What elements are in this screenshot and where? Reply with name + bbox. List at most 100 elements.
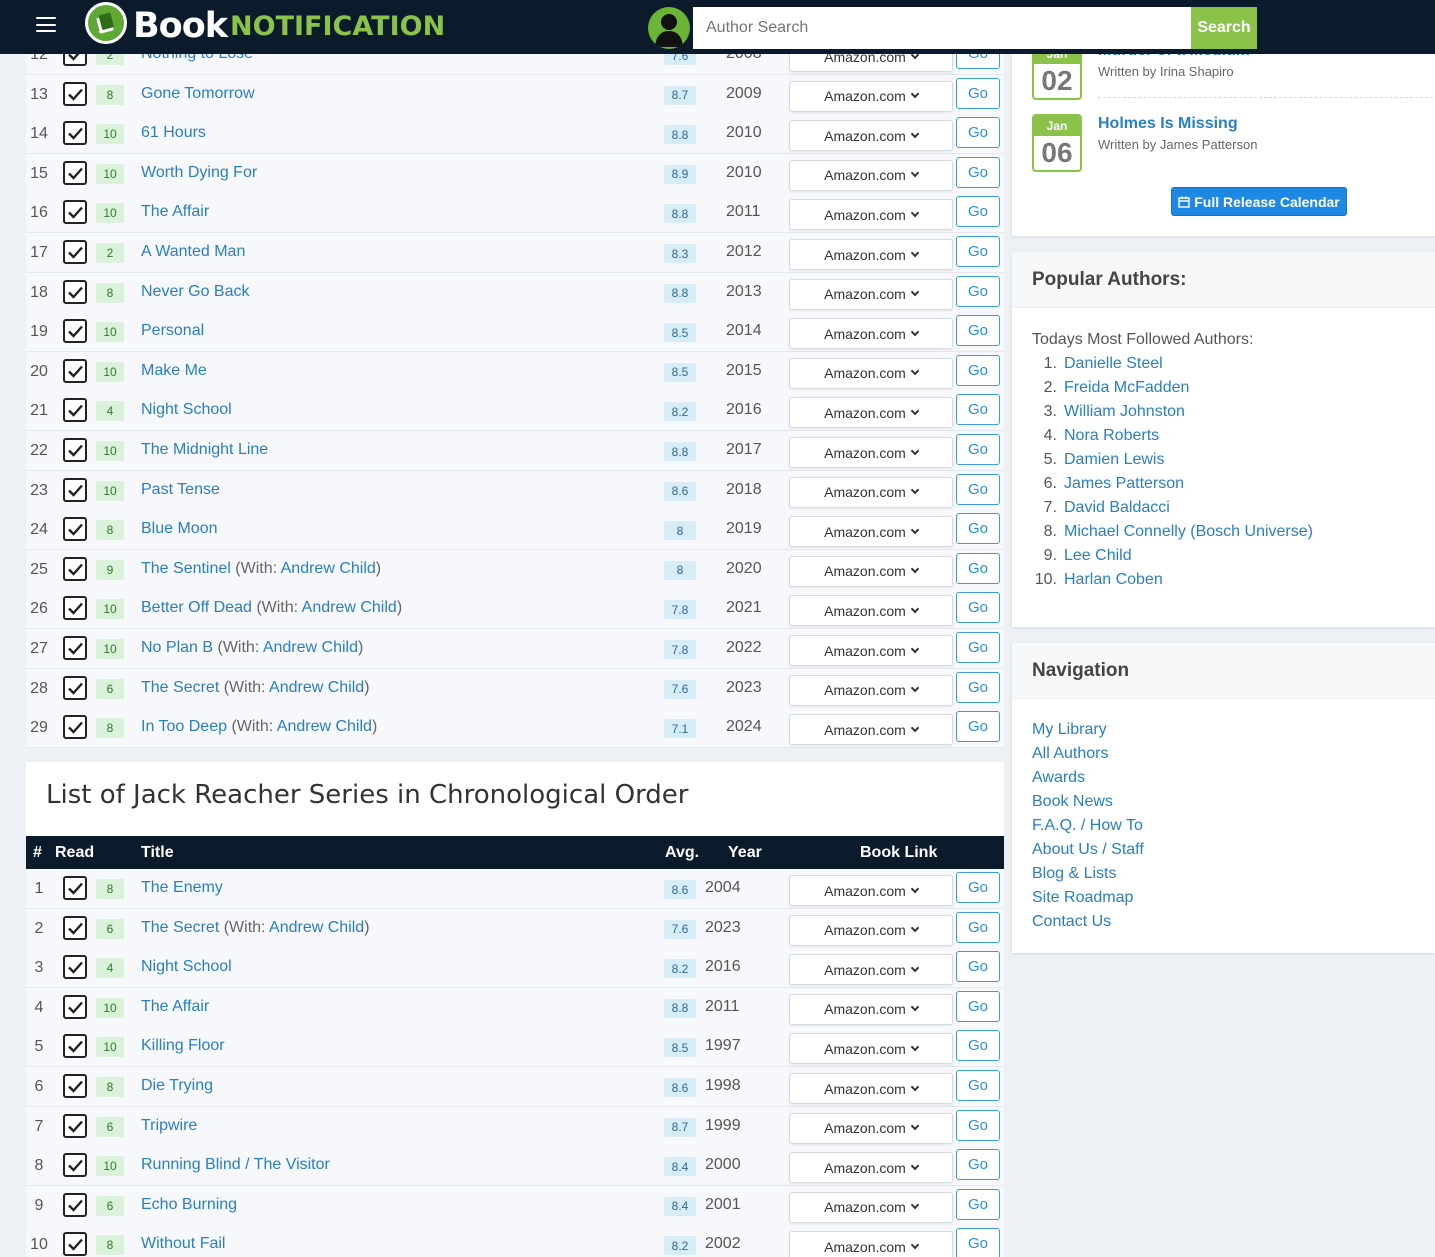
nav-link[interactable]: All Authors xyxy=(1032,745,1108,762)
nav-link[interactable]: F.A.Q. / How To xyxy=(1032,817,1143,834)
user-rating-badge[interactable]: 6 xyxy=(96,678,124,699)
go-button[interactable]: Go xyxy=(956,196,1000,228)
read-checkbox[interactable] xyxy=(63,1034,87,1059)
user-rating-badge[interactable]: 10 xyxy=(96,361,124,382)
go-button[interactable]: Go xyxy=(956,1228,1000,1257)
book-title-link[interactable]: Killing Floor xyxy=(141,1037,225,1054)
book-title-link[interactable]: In Too Deep xyxy=(141,718,227,735)
book-title-link[interactable]: Personal xyxy=(141,322,204,339)
user-rating-badge[interactable]: 8 xyxy=(96,84,124,105)
go-button[interactable]: Go xyxy=(956,77,1000,109)
read-checkbox[interactable] xyxy=(63,636,87,660)
user-rating-badge[interactable]: 10 xyxy=(96,163,124,184)
read-checkbox[interactable] xyxy=(63,715,87,740)
store-select[interactable]: Amazon.com xyxy=(789,318,953,350)
go-button[interactable]: Go xyxy=(956,592,1000,624)
book-title-link[interactable]: Running Blind / The Visitor xyxy=(141,1156,330,1173)
book-title-link[interactable]: 61 Hours xyxy=(141,124,206,141)
read-checkbox[interactable] xyxy=(63,675,87,700)
go-button[interactable]: Go xyxy=(956,156,1000,188)
go-button[interactable]: Go xyxy=(956,911,1000,943)
store-select[interactable]: Amazon.com xyxy=(789,993,953,1025)
user-rating-badge[interactable]: 9 xyxy=(96,559,124,580)
go-button[interactable]: Go xyxy=(956,315,1000,347)
book-title-link[interactable]: Never Go Back xyxy=(141,283,249,300)
logo-icon[interactable] xyxy=(85,2,127,44)
book-title-link[interactable]: The Secret xyxy=(141,919,219,936)
user-rating-badge[interactable]: 8 xyxy=(96,1077,124,1097)
user-rating-badge[interactable]: 8 xyxy=(96,282,124,303)
book-title-link[interactable]: The Enemy xyxy=(141,879,223,896)
book-title-link[interactable]: Echo Burning xyxy=(141,1196,237,1213)
book-title-link[interactable]: Tripwire xyxy=(141,1117,197,1134)
go-button[interactable]: Go xyxy=(956,354,1000,386)
read-checkbox[interactable] xyxy=(63,1192,87,1217)
store-select[interactable]: Amazon.com xyxy=(789,437,953,468)
go-button[interactable]: Go xyxy=(956,434,1000,465)
store-select[interactable]: Amazon.com xyxy=(789,555,953,587)
store-select[interactable]: Amazon.com xyxy=(789,1152,953,1184)
store-select[interactable]: Amazon.com xyxy=(789,1033,953,1065)
user-rating-badge[interactable]: 10 xyxy=(96,1156,124,1177)
nav-link[interactable]: About Us / Staff xyxy=(1032,841,1144,858)
author-link[interactable]: Damien Lewis xyxy=(1064,451,1164,475)
read-checkbox[interactable] xyxy=(63,915,87,940)
user-rating-badge[interactable]: 2 xyxy=(96,243,124,263)
store-select[interactable]: Amazon.com xyxy=(789,357,953,389)
go-button[interactable]: Go xyxy=(956,117,1000,149)
go-button[interactable]: Go xyxy=(956,872,1000,903)
go-button[interactable]: Go xyxy=(956,632,1000,663)
coauthor-link[interactable]: Andrew Child xyxy=(263,639,358,656)
read-checkbox[interactable] xyxy=(63,438,87,462)
go-button[interactable]: Go xyxy=(956,275,1000,307)
author-link[interactable]: James Patterson xyxy=(1064,475,1184,499)
nav-link[interactable]: Blog & Lists xyxy=(1032,865,1116,882)
store-select[interactable]: Amazon.com xyxy=(789,278,953,310)
coauthor-link[interactable]: Andrew Child xyxy=(281,560,376,577)
book-title-link[interactable]: The Affair xyxy=(141,998,209,1015)
coauthor-link[interactable]: Andrew Child xyxy=(269,679,364,696)
read-checkbox[interactable] xyxy=(63,240,87,264)
author-search-input[interactable] xyxy=(693,7,1191,49)
book-title-link[interactable]: Blue Moon xyxy=(141,520,218,537)
go-button[interactable]: Go xyxy=(956,513,1000,545)
user-rating-badge[interactable]: 10 xyxy=(96,1037,124,1058)
author-link[interactable]: Harlan Coben xyxy=(1064,571,1163,595)
calendar-book-title[interactable]: Holmes Is Missing xyxy=(1098,115,1238,133)
store-select[interactable]: Amazon.com xyxy=(789,159,953,191)
coauthor-link[interactable]: Andrew Child xyxy=(277,718,372,735)
read-checkbox[interactable] xyxy=(63,1113,87,1138)
author-link[interactable]: William Johnston xyxy=(1064,403,1185,427)
read-checkbox[interactable] xyxy=(63,876,87,900)
read-checkbox[interactable] xyxy=(63,200,87,225)
store-select[interactable]: Amazon.com xyxy=(789,714,953,746)
read-checkbox[interactable] xyxy=(63,994,87,1019)
user-rating-badge[interactable]: 4 xyxy=(96,958,124,979)
read-checkbox[interactable] xyxy=(63,1232,87,1257)
user-rating-badge[interactable]: 6 xyxy=(96,1116,124,1137)
user-rating-badge[interactable]: 8 xyxy=(96,1235,124,1256)
store-select[interactable]: Amazon.com xyxy=(789,914,953,946)
book-title-link[interactable]: The Sentinel xyxy=(141,560,231,577)
store-select[interactable]: Amazon.com xyxy=(789,516,953,548)
store-select[interactable]: Amazon.com xyxy=(789,875,953,906)
nav-link[interactable]: Book News xyxy=(1032,793,1113,810)
coauthor-link[interactable]: Andrew Child xyxy=(302,599,397,616)
read-checkbox[interactable] xyxy=(63,1153,87,1178)
user-rating-badge[interactable]: 10 xyxy=(96,480,124,501)
go-button[interactable]: Go xyxy=(956,951,1000,983)
read-checkbox[interactable] xyxy=(63,160,87,185)
go-button[interactable]: Go xyxy=(956,1149,1000,1181)
go-button[interactable]: Go xyxy=(956,394,1000,426)
read-checkbox[interactable] xyxy=(63,556,87,581)
go-button[interactable]: Go xyxy=(956,1188,1000,1220)
user-rating-badge[interactable]: 8 xyxy=(96,718,124,739)
user-rating-badge[interactable]: 8 xyxy=(96,520,124,541)
user-rating-badge[interactable]: 10 xyxy=(96,203,124,224)
user-rating-badge[interactable]: 6 xyxy=(96,918,124,939)
go-button[interactable]: Go xyxy=(956,711,1000,743)
nav-link[interactable]: Contact Us xyxy=(1032,913,1111,930)
read-checkbox[interactable] xyxy=(63,279,87,304)
go-button[interactable]: Go xyxy=(956,1070,1000,1101)
store-select[interactable]: Amazon.com xyxy=(789,476,953,508)
